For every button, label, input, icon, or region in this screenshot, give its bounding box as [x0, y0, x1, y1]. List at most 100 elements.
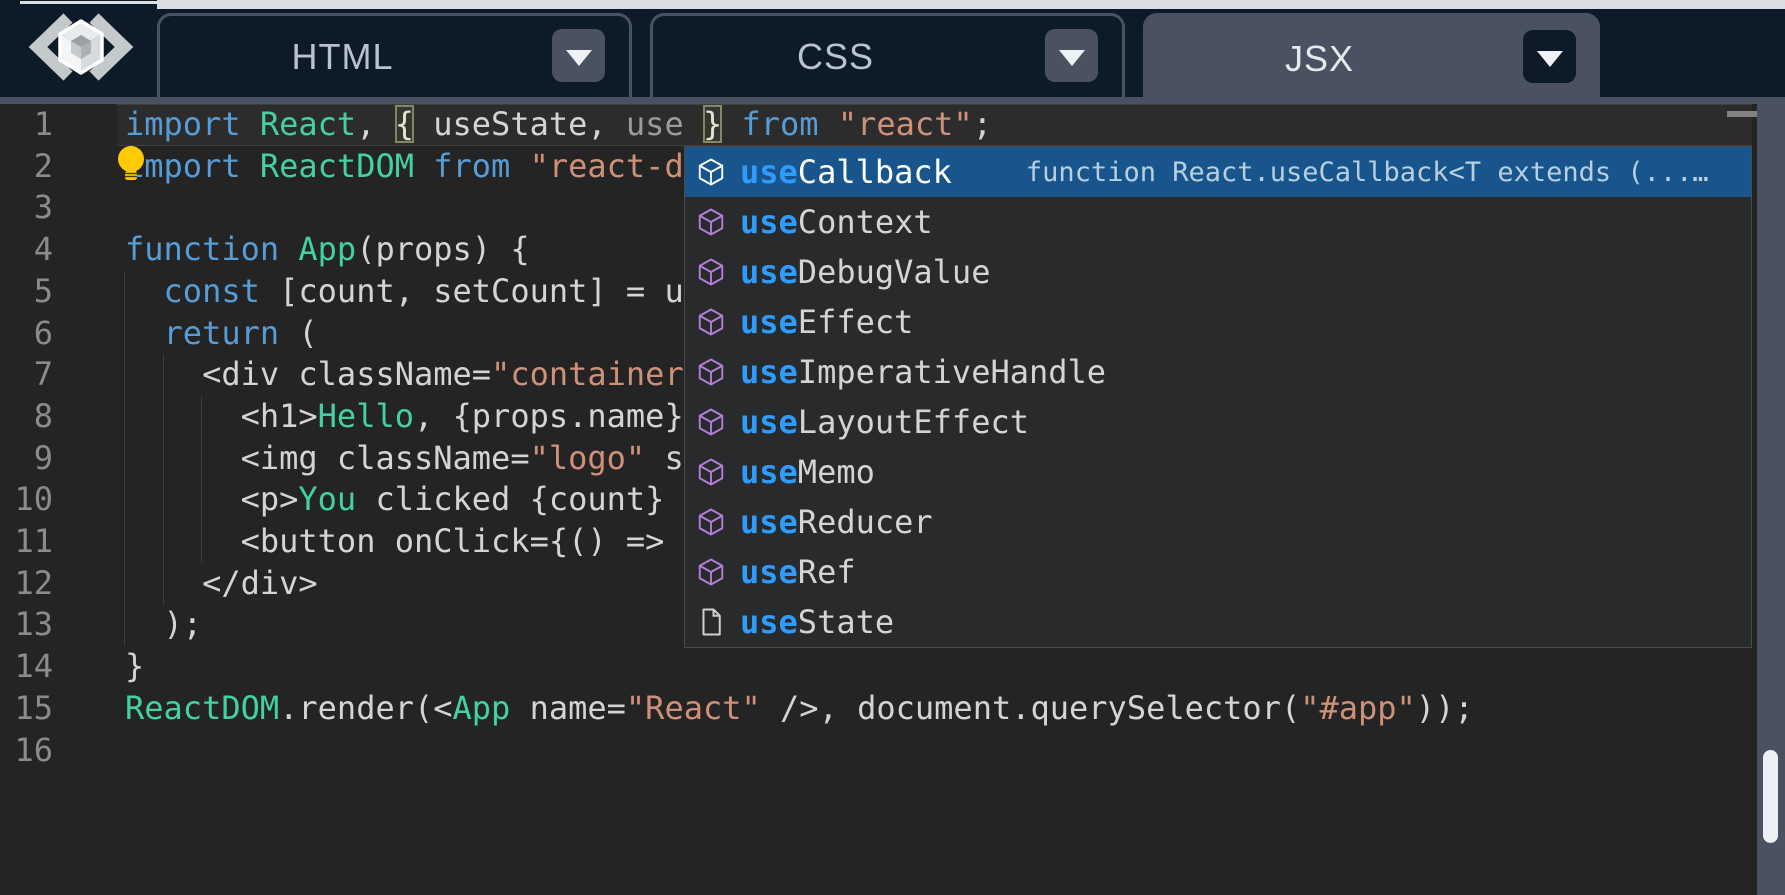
quick-fix-lightbulb-icon[interactable] — [115, 145, 147, 183]
code-token: "React" — [626, 689, 761, 727]
suggestion-match-text: use — [740, 353, 798, 391]
suggestion-item[interactable]: useContext — [685, 197, 1751, 247]
cube-icon — [696, 207, 726, 237]
code-text: ReactDOM.render(<App name="React" />, do… — [125, 688, 1474, 730]
suggestion-item[interactable]: useDebugValue — [685, 247, 1751, 297]
cube-icon — [696, 457, 726, 487]
editor-header: HTML CSS JSX — [0, 0, 1785, 104]
suggestion-item[interactable]: useReducer — [685, 497, 1751, 547]
code-token — [279, 230, 298, 268]
code-line[interactable]: 16 — [0, 730, 1757, 772]
code-text: function App(props) { — [125, 229, 530, 271]
suggestion-item[interactable]: useMemo — [685, 447, 1751, 497]
suggestion-item[interactable]: useLayoutEffect — [685, 397, 1751, 447]
code-text: import ReactDOM from "react-dom"; — [125, 146, 761, 188]
code-token: from — [433, 147, 510, 185]
line-number: 1 — [0, 104, 53, 146]
suggestion-label: useState — [740, 603, 894, 641]
line-number: 5 — [0, 271, 53, 313]
code-token — [241, 147, 260, 185]
code-token: import — [125, 105, 241, 143]
code-token — [722, 105, 741, 143]
code-token: />, document.querySelector( — [761, 689, 1300, 727]
line-number: 11 — [0, 521, 53, 563]
code-token: "logo" — [530, 439, 646, 477]
suggestion-item[interactable]: useEffect — [685, 297, 1751, 347]
suggestion-rest-text: Effect — [798, 303, 914, 341]
code-token: return — [164, 314, 280, 352]
code-token: useState, — [414, 105, 626, 143]
cube-icon — [696, 307, 726, 337]
code-line[interactable]: 14} — [0, 646, 1757, 688]
chevron-down-icon — [1059, 50, 1085, 66]
code-token: ReactDOM — [125, 689, 279, 727]
line-number: 3 — [0, 187, 53, 229]
suggestion-item[interactable]: useRef — [685, 547, 1751, 597]
editor-scrollbar-thumb[interactable] — [1727, 111, 1760, 117]
suggestion-item[interactable]: useImperativeHandle — [685, 347, 1751, 397]
code-cube-logo[interactable] — [22, 8, 140, 86]
suggestion-match-text: use — [740, 203, 798, 241]
suggestion-item[interactable]: useState — [685, 597, 1751, 647]
suggestion-rest-text: LayoutEffect — [798, 403, 1029, 441]
suggestion-label: useImperativeHandle — [740, 353, 1106, 391]
code-token: .render(< — [279, 689, 452, 727]
suggestion-match-text: use — [740, 503, 798, 541]
suggestion-rest-text: Ref — [798, 553, 856, 591]
suggestion-rest-text: Memo — [798, 453, 875, 491]
tab-css[interactable]: CSS — [650, 13, 1125, 97]
suggestion-match-text: use — [740, 403, 798, 441]
cube-icon — [696, 507, 726, 537]
code-token: You — [298, 480, 356, 518]
suggestion-rest-text: Callback — [798, 153, 952, 191]
chevron-down-icon — [566, 50, 592, 66]
line-number: 2 — [0, 146, 53, 188]
code-token: { — [395, 105, 414, 143]
line-number: 15 — [0, 688, 53, 730]
line-number: 9 — [0, 438, 53, 480]
line-number: 6 — [0, 313, 53, 355]
tab-css-dropdown-button[interactable] — [1045, 29, 1098, 82]
line-number: 7 — [0, 354, 53, 396]
page-scrollbar-thumb[interactable] — [1763, 750, 1778, 843]
page-scrollbar-track[interactable] — [1757, 104, 1785, 895]
code-token: , — [356, 105, 395, 143]
cube-icon — [696, 257, 726, 287]
code-line[interactable]: 1 import React, { useState, use } from "r… — [0, 104, 1757, 146]
suggestion-label: useDebugValue — [740, 253, 990, 291]
code-token: <div className= — [125, 355, 491, 393]
autocomplete-popup: useCallbackfunction React.useCallback<T … — [684, 146, 1752, 648]
code-line[interactable]: 15 ReactDOM.render(<App name="React" />, … — [0, 688, 1757, 730]
code-token: name= — [510, 689, 626, 727]
code-token: <img className= — [125, 439, 530, 477]
suggestion-label: useMemo — [740, 453, 875, 491]
suggestion-rest-text: DebugValue — [798, 253, 991, 291]
tab-jsx[interactable]: JSX — [1143, 13, 1600, 104]
suggestion-label: useContext — [740, 203, 933, 241]
playground-window: 1 import React, { useState, use } from "r… — [0, 0, 1785, 895]
suggestion-match-text: use — [740, 603, 798, 641]
suggestion-item[interactable]: useCallbackfunction React.useCallback<T … — [685, 147, 1751, 197]
suggestion-match-text: use — [740, 303, 798, 341]
suggestion-match-text: use — [740, 553, 798, 591]
code-text: import React, { useState, use } from "re… — [125, 104, 992, 146]
code-token: </div> — [125, 564, 318, 602]
code-token: Hello — [318, 397, 414, 435]
suggestion-match-text: use — [740, 253, 798, 291]
chevron-down-icon — [1537, 51, 1563, 67]
code-token: ; — [973, 105, 992, 143]
tab-html-label: HTML — [160, 16, 525, 97]
code-token — [125, 272, 164, 310]
tab-html-dropdown-button[interactable] — [552, 29, 605, 82]
tab-css-label: CSS — [653, 16, 1018, 97]
suggestion-label: useReducer — [740, 503, 933, 541]
suggestion-rest-text: Reducer — [798, 503, 933, 541]
line-number: 16 — [0, 730, 53, 772]
tab-html[interactable]: HTML — [157, 13, 632, 97]
tab-jsx-dropdown-button[interactable] — [1523, 30, 1576, 83]
tab-jsx-label: JSX — [1143, 13, 1496, 104]
code-text: return ( — [125, 313, 318, 355]
code-text: <div className="container"> — [125, 354, 722, 396]
suggestion-rest-text: Context — [798, 203, 933, 241]
line-number: 10 — [0, 479, 53, 521]
